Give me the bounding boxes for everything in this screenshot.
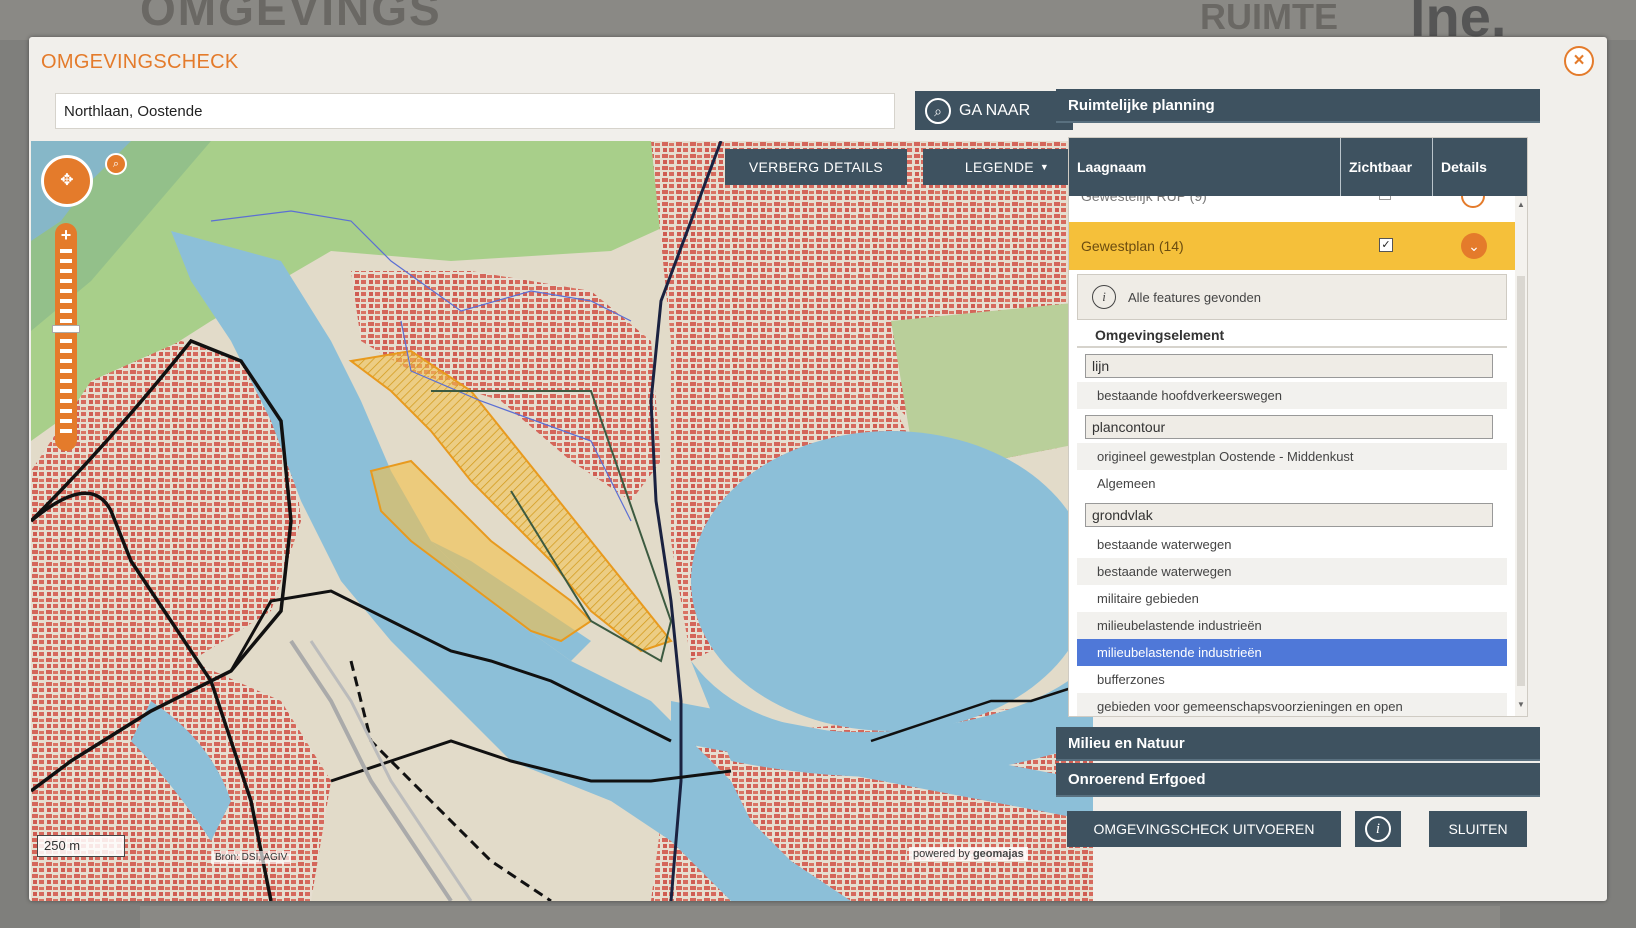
omgevingselement-heading: Omgevingselement — [1077, 322, 1507, 348]
zoom-in-icon[interactable]: + — [55, 225, 77, 245]
section-ruimtelijke-planning[interactable]: Ruimtelijke planning — [1056, 89, 1540, 123]
col-laagnaam: Laagnaam — [1069, 138, 1341, 196]
address-search-input[interactable] — [55, 93, 895, 129]
list-item[interactable]: origineel gewestplan Oostende - Middenku… — [1077, 443, 1507, 470]
goto-button[interactable]: ⌕ GA NAAR — [915, 91, 1073, 130]
background-header: OMGEVINGS RUIMTE lne. — [0, 0, 1636, 40]
group-plancontour[interactable]: plancontour — [1085, 415, 1493, 439]
zoom-area-icon[interactable]: ⌕ — [105, 153, 127, 175]
map-view[interactable]: VERBERG DETAILS LEGENDE ▼ ✥ ⌕ + 250 m Br… — [31, 141, 1093, 901]
group-lijn[interactable]: lijn — [1085, 354, 1493, 378]
ruimte-logo: RUIMTE — [1200, 0, 1338, 37]
layer-table: Laagnaam Zichtbaar Details Gewestelijk R… — [1068, 137, 1528, 717]
zoom-slider[interactable]: + — [52, 223, 80, 451]
info-bar: i Alle features gevonden — [1077, 274, 1507, 320]
lne-logo: lne. — [1410, 0, 1507, 40]
info-button[interactable]: i — [1355, 811, 1401, 847]
feature-list: i Alle features gevonden Omgevingselemen… — [1077, 274, 1507, 716]
info-text: Alle features gevonden — [1128, 289, 1261, 305]
layer-scrollbar[interactable]: ▲ ▼ — [1515, 196, 1527, 716]
section-onroerend-erfgoed[interactable]: Onroerend Erfgoed — [1056, 763, 1540, 797]
visibility-checkbox[interactable] — [1379, 196, 1391, 200]
pan-control-icon[interactable]: ✥ — [41, 155, 93, 207]
powered-by-label: powered by — [913, 848, 970, 860]
layer-row-label: Gewestelijk RUP (9) — [1081, 196, 1207, 204]
scroll-up-icon[interactable]: ▲ — [1517, 200, 1525, 209]
layer-row-gewestelijk-rup[interactable]: Gewestelijk RUP (9) — [1069, 196, 1527, 216]
col-zichtbaar: Zichtbaar — [1341, 138, 1433, 196]
list-item[interactable]: bestaande waterwegen — [1077, 531, 1507, 558]
goto-label: GA NAAR — [959, 101, 1031, 119]
layers-panel: Ruimtelijke planning — [1056, 89, 1540, 123]
layer-row-gewestplan[interactable]: Gewestplan (14) ✓ ⌄ — [1069, 222, 1515, 270]
list-item[interactable]: Algemeen — [1077, 470, 1507, 497]
list-item-selected[interactable]: milieubelastende industrieën — [1077, 639, 1507, 666]
zoom-ticks — [60, 249, 72, 437]
scale-bar: 250 m — [37, 835, 125, 857]
layer-row-label: Gewestplan (14) — [1081, 238, 1184, 254]
group-grondvlak[interactable]: grondvlak — [1085, 503, 1493, 527]
list-item[interactable]: bufferzones — [1077, 666, 1507, 693]
scroll-thumb[interactable] — [1517, 276, 1525, 686]
omgevingscheck-dialog: OMGEVINGSCHECK × ⌕ GA NAAR — [29, 37, 1607, 901]
omgevings-logo: OMGEVINGS — [140, 0, 442, 35]
map-source-credit: Bron: DSI, AGIV — [211, 851, 292, 864]
details-icon[interactable] — [1461, 196, 1485, 208]
list-item[interactable]: gebieden voor gemeenschapsvoorzieningen … — [1077, 693, 1507, 716]
powered-by-credit: powered by geomajas — [909, 847, 1028, 861]
hide-details-button[interactable]: VERBERG DETAILS — [725, 149, 907, 185]
search-icon: ⌕ — [925, 97, 951, 124]
dialog-title: OMGEVINGSCHECK — [41, 51, 239, 73]
list-item[interactable]: bestaande waterwegen — [1077, 558, 1507, 585]
geomajas-brand: geomajas — [972, 848, 1024, 860]
legend-label: LEGENDE — [964, 159, 1034, 175]
visibility-checkbox[interactable]: ✓ — [1379, 238, 1393, 252]
zoom-handle[interactable] — [52, 325, 80, 333]
list-item[interactable]: militaire gebieden — [1077, 585, 1507, 612]
layer-table-header: Laagnaam Zichtbaar Details — [1069, 138, 1527, 196]
map-canvas — [31, 141, 1093, 901]
info-icon: i — [1365, 816, 1391, 842]
run-omgevingscheck-button[interactable]: OMGEVINGSCHECK UITVOEREN — [1067, 811, 1341, 847]
chevron-down-icon: ▼ — [1039, 162, 1050, 172]
background-footer — [140, 906, 1500, 928]
chevron-down-icon[interactable]: ⌄ — [1461, 233, 1487, 259]
legend-button[interactable]: LEGENDE ▼ — [923, 149, 1091, 185]
close-button[interactable]: SLUITEN — [1429, 811, 1527, 847]
col-details: Details — [1441, 159, 1487, 175]
scroll-down-icon[interactable]: ▼ — [1517, 700, 1525, 709]
list-item[interactable]: milieubelastende industrieën — [1077, 612, 1507, 639]
list-item[interactable]: bestaande hoofdverkeerswegen — [1077, 382, 1507, 409]
info-icon: i — [1092, 285, 1116, 309]
section-milieu-natuur[interactable]: Milieu en Natuur — [1056, 727, 1540, 761]
close-icon[interactable]: × — [1564, 46, 1594, 76]
